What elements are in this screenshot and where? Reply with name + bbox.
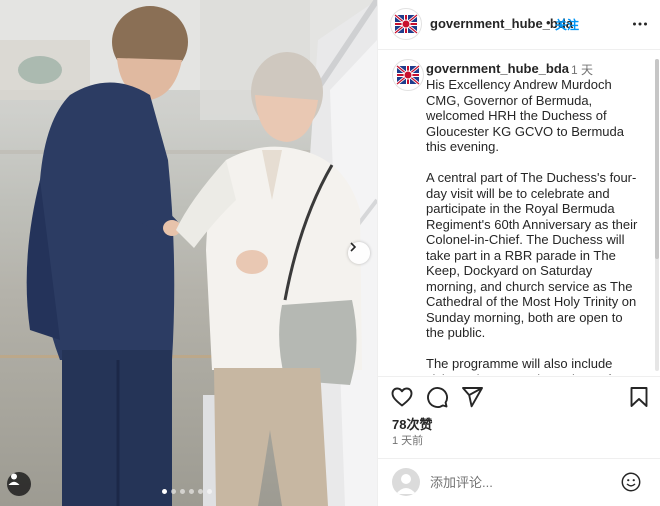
action-bar xyxy=(378,376,660,416)
caption-section: government_hube_bda 1 天 His Excellency A… xyxy=(378,51,660,375)
photo-illustration xyxy=(0,0,377,506)
carousel-dot xyxy=(171,489,176,494)
chevron-right-icon xyxy=(350,242,357,252)
user-avatar xyxy=(392,468,420,496)
like-count[interactable]: 78次赞 xyxy=(392,414,432,433)
separator-dot: • xyxy=(546,15,551,30)
caption-scrollbar[interactable] xyxy=(655,59,659,371)
follow-button[interactable]: 关注 xyxy=(555,16,579,33)
post-header: government_hube_bda • 关注 xyxy=(378,0,660,50)
union-flag-crest-icon xyxy=(394,61,422,89)
comment-icon[interactable] xyxy=(425,385,449,409)
post-date: 1 天前 xyxy=(392,435,424,447)
account-username[interactable]: government_hube_bda xyxy=(430,16,573,31)
post-sidebar: government_hube_bda • 关注 government_hube… xyxy=(377,0,660,506)
next-slide-button[interactable] xyxy=(348,242,370,264)
caption-paragraph: His Excellency Andrew Murdoch CMG, Gover… xyxy=(426,77,624,154)
bookmark-icon[interactable] xyxy=(627,385,651,409)
post-photo[interactable] xyxy=(0,0,377,506)
carousel-dot xyxy=(207,489,212,494)
caption-avatar[interactable] xyxy=(392,59,424,91)
caption-paragraph: The programme will also include visits t… xyxy=(426,356,613,375)
caption-username[interactable]: government_hube_bda xyxy=(426,61,569,76)
user-tag-icon xyxy=(8,473,20,485)
caption-timestamp: 1 天 xyxy=(571,63,594,77)
carousel-dot xyxy=(180,489,185,494)
union-flag-crest-icon xyxy=(392,10,420,38)
caption-paragraph: A central part of The Duchess's four-day… xyxy=(426,170,638,340)
carousel-dot xyxy=(198,489,203,494)
default-user-icon xyxy=(396,474,416,494)
share-icon[interactable] xyxy=(460,385,484,409)
account-avatar[interactable] xyxy=(390,8,422,40)
carousel-dot xyxy=(162,489,167,494)
comment-bar xyxy=(378,458,660,506)
comment-input[interactable] xyxy=(430,472,610,492)
heart-icon[interactable] xyxy=(390,385,414,409)
carousel-dot xyxy=(189,489,194,494)
scrollbar-thumb[interactable] xyxy=(655,59,659,259)
emoji-icon[interactable] xyxy=(620,471,642,493)
caption-text: His Excellency Andrew Murdoch CMG, Gover… xyxy=(426,77,638,375)
carousel-indicator xyxy=(162,489,212,494)
tagged-users-button[interactable] xyxy=(7,472,31,496)
more-horizontal-icon[interactable] xyxy=(632,16,648,32)
